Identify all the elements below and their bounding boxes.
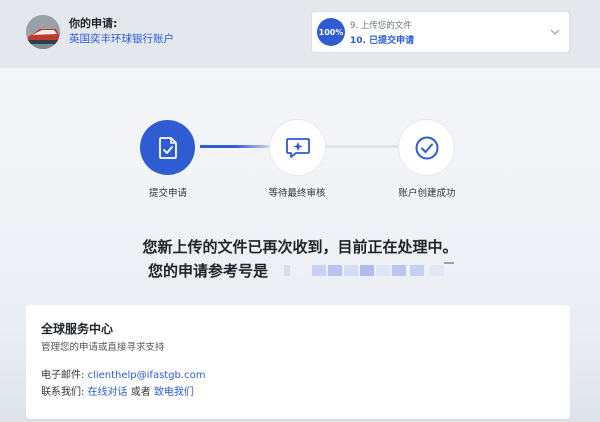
application-title: 你的申请:: [69, 17, 118, 30]
check-circle-icon: [415, 136, 438, 159]
current-step-label: 10. 已提交申请: [350, 36, 415, 46]
or-text: 或者: [130, 387, 154, 398]
step-label-submit: 提交申请: [148, 188, 187, 199]
contact-row: 联系我们: 在线对话 或者 致电我们: [41, 383, 194, 398]
chat-sparkle-icon: [285, 137, 310, 158]
reference-number-redacted: [284, 262, 454, 280]
progress-badge: 100%: [317, 18, 345, 46]
stepper-connector-1: [200, 145, 270, 148]
email-link[interactable]: clienthelp@ifastgb.com: [88, 370, 206, 381]
step-submit-circle: [140, 120, 195, 175]
email-label: 电子邮件:: [41, 370, 88, 381]
application-account-name: 英国奕丰环球银行账户: [69, 33, 174, 45]
call-us-link[interactable]: 致电我们: [154, 387, 194, 398]
header-bar: 你的申请: 英国奕丰环球银行账户 100% 9. 上传您的文件 10. 已提交申…: [0, 0, 600, 68]
avatar: [26, 15, 60, 49]
stepper-connector-2: [326, 145, 400, 148]
service-center-title: 全球服务中心: [41, 322, 114, 336]
document-check-icon: [158, 136, 177, 159]
step-label-success: 账户创建成功: [398, 188, 456, 199]
step-review-circle: [270, 120, 325, 175]
step-label-review: 等待最终审核: [268, 188, 326, 199]
service-center-subtitle: 管理您的申请或直接寻求支持: [41, 342, 165, 353]
reference-label: 您的申请参考号是: [148, 262, 269, 280]
email-row: 电子邮件: clienthelp@ifastgb.com: [41, 366, 205, 381]
chevron-down-icon[interactable]: [550, 27, 560, 37]
status-message: 您新上传的文件已再次收到，目前正在处理中。: [142, 238, 458, 256]
online-chat-link[interactable]: 在线对话: [88, 387, 128, 398]
progress-dropdown[interactable]: 100% 9. 上传您的文件 10. 已提交申请: [312, 12, 569, 52]
step-success-circle: [399, 120, 454, 175]
previous-step-label: 9. 上传您的文件: [350, 21, 412, 31]
global-service-center-card: 全球服务中心 管理您的申请或直接寻求支持 电子邮件: clienthelp@if…: [26, 305, 570, 419]
contact-label: 联系我们:: [41, 387, 88, 398]
